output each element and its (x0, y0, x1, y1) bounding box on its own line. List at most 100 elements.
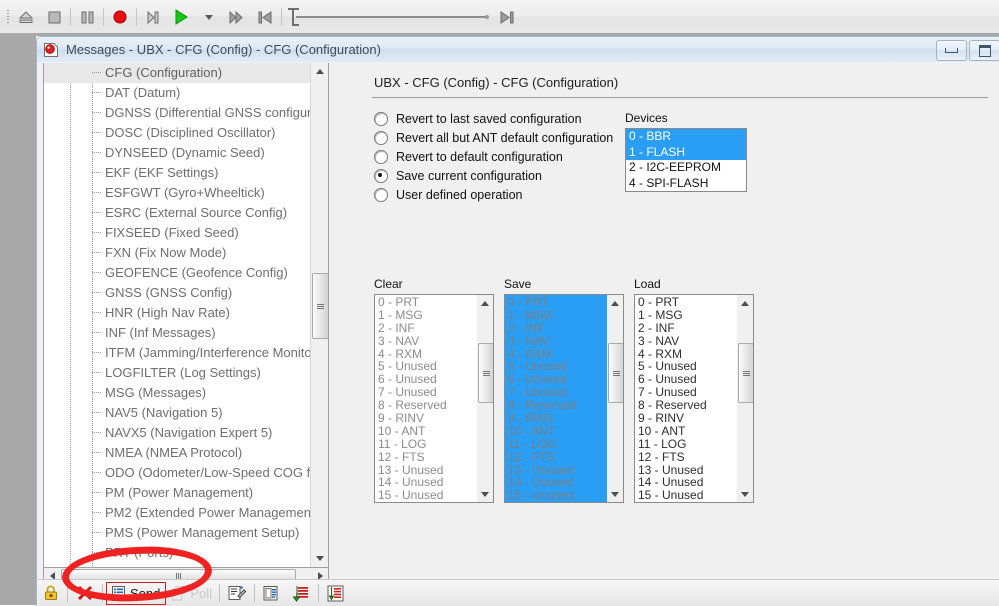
operation-radio-row[interactable]: User defined operation (374, 185, 613, 204)
tree-item[interactable]: PMS (Power Management Setup) (44, 523, 328, 543)
operation-radio-row[interactable]: Revert to default configuration (374, 147, 613, 166)
import-message-icon[interactable] (286, 582, 315, 604)
eject-icon[interactable] (12, 4, 40, 30)
copy-message-icon[interactable] (258, 582, 286, 604)
tree-item[interactable]: NMEA (NMEA Protocol) (44, 443, 328, 463)
list-item[interactable]: 9 - RINV (635, 412, 736, 425)
rewind-to-start-icon[interactable] (251, 4, 279, 30)
tree-item[interactable]: PRT (Ports) (44, 543, 328, 563)
device-item[interactable]: 2 - I2C-EEPROM (626, 160, 746, 176)
radio-button[interactable] (374, 150, 388, 164)
scroll-down-arrow[interactable] (311, 550, 328, 567)
load-scrollbar[interactable] (737, 295, 753, 502)
chevron-down-icon[interactable] (195, 4, 223, 30)
jump-to-end-icon[interactable] (493, 4, 521, 30)
device-item[interactable]: 0 - BBR (626, 129, 746, 145)
slider-thumb[interactable] (288, 8, 299, 26)
pane-splitter[interactable] (331, 63, 367, 585)
export-message-icon[interactable] (322, 582, 350, 604)
list-item[interactable]: 10 - ANT (635, 425, 736, 438)
list-item[interactable]: 15 - Unused (635, 489, 736, 502)
list-item[interactable]: 2 - INF (505, 322, 606, 335)
list-item[interactable]: 12 - FTS (375, 451, 476, 464)
tree-item[interactable]: NAVX5 (Navigation Expert 5) (44, 423, 328, 443)
tree-item[interactable]: GNSS (GNSS Config) (44, 283, 328, 303)
radio-button[interactable] (374, 188, 388, 202)
list-item[interactable]: 12 - FTS (505, 451, 606, 464)
list-item[interactable]: 1 - MSG (635, 309, 736, 322)
device-item[interactable]: 4 - SPI-FLASH (626, 176, 746, 192)
list-item[interactable]: 2 - INF (635, 322, 736, 335)
scroll-down-arrow[interactable] (607, 486, 623, 502)
list-item[interactable]: 9 - RINV (375, 412, 476, 425)
scroll-down-arrow[interactable] (477, 486, 493, 502)
tree-item[interactable]: FIXSEED (Fixed Seed) (44, 223, 328, 243)
tree-item[interactable]: INF (Inf Messages) (44, 323, 328, 343)
list-item[interactable]: 15 - Unused (375, 489, 476, 502)
operation-radio-row[interactable]: Revert to last saved configuration (374, 109, 613, 128)
list-item[interactable]: 10 - ANT (375, 425, 476, 438)
scroll-down-arrow[interactable] (737, 486, 753, 502)
toolbar-grip[interactable] (3, 6, 12, 28)
device-item[interactable]: 1 - FLASH (626, 145, 746, 161)
devices-listbox[interactable]: 0 - BBR1 - FLASH2 - I2C-EEPROM4 - SPI-FL… (625, 128, 747, 192)
tree-item[interactable]: EKF (EKF Settings) (44, 163, 328, 183)
playback-slider[interactable] (288, 4, 493, 30)
pause-icon[interactable] (73, 4, 101, 30)
save-scrollbar[interactable] (607, 295, 623, 502)
tree-item[interactable]: DOSC (Disciplined Oscillator) (44, 123, 328, 143)
list-item[interactable]: 0 - PRT (375, 296, 476, 309)
tree-item[interactable]: ESRC (External Source Config) (44, 203, 328, 223)
list-item[interactable]: 2 - INF (375, 322, 476, 335)
clear-listbox[interactable]: 0 - PRT1 - MSG2 - INF3 - NAV4 - RXM5 - U… (374, 294, 494, 503)
tree-item[interactable]: DGNSS (Differential GNSS configura (44, 103, 328, 123)
tree-item[interactable]: HNR (High Nav Rate) (44, 303, 328, 323)
scroll-thumb[interactable] (312, 273, 329, 339)
radio-button[interactable] (374, 169, 388, 183)
list-item[interactable]: 11 - LOG (375, 438, 476, 451)
tree-item[interactable]: NAV5 (Navigation 5) (44, 403, 328, 423)
save-listbox[interactable]: 0 - PRT1 - MSG2 - INF3 - NAV4 - RXM5 - U… (504, 294, 624, 503)
scroll-up-arrow[interactable] (607, 295, 623, 311)
list-item[interactable]: 9 - RINV (505, 412, 606, 425)
list-item[interactable]: 3 - NAV (505, 335, 606, 348)
operation-radio-row[interactable]: Save current configuration (374, 166, 613, 185)
tree-item[interactable]: GEOFENCE (Geofence Config) (44, 263, 328, 283)
tree-item[interactable]: PM2 (Extended Power Managemen (44, 503, 328, 523)
list-item[interactable]: 3 - NAV (635, 335, 736, 348)
list-item[interactable]: 10 - ANT (505, 425, 606, 438)
scroll-thumb[interactable] (738, 343, 754, 403)
stop-icon[interactable] (40, 4, 68, 30)
scroll-up-arrow[interactable] (311, 63, 328, 80)
list-item[interactable]: 12 - FTS (635, 451, 736, 464)
restore-button[interactable] (969, 40, 999, 61)
play-icon[interactable] (167, 4, 195, 30)
red-x-icon[interactable] (71, 582, 99, 604)
operation-radio-row[interactable]: Revert all but ANT default configuration (374, 128, 613, 147)
tree-item[interactable]: FXN (Fix Now Mode) (44, 243, 328, 263)
load-listbox[interactable]: 0 - PRT1 - MSG2 - INF3 - NAV4 - RXM5 - U… (634, 294, 754, 503)
send-button[interactable]: Send (106, 582, 166, 605)
scroll-up-arrow[interactable] (737, 295, 753, 311)
tree-item[interactable]: ITFM (Jamming/Interference Monito (44, 343, 328, 363)
tree-vertical-scrollbar[interactable] (310, 63, 328, 567)
step-icon[interactable] (139, 4, 167, 30)
tree-item[interactable]: ESFGWT (Gyro+Wheeltick) (44, 183, 328, 203)
tree-item[interactable]: MSG (Messages) (44, 383, 328, 403)
tree-item[interactable]: CFG (Configuration) (44, 63, 328, 83)
scroll-thumb[interactable] (478, 343, 494, 403)
radio-button[interactable] (374, 131, 388, 145)
message-tree[interactable]: CFG (Configuration)DAT (Datum)DGNSS (Dif… (43, 63, 329, 568)
list-item[interactable]: 0 - PRT (505, 296, 606, 309)
list-item[interactable]: 11 - LOG (505, 438, 606, 451)
tree-item[interactable]: ODO (Odometer/Low-Speed COG f (44, 463, 328, 483)
clear-scrollbar[interactable] (477, 295, 493, 502)
list-item[interactable]: 1 - MSG (375, 309, 476, 322)
list-item[interactable]: 3 - NAV (375, 335, 476, 348)
list-item[interactable]: 11 - LOG (635, 438, 736, 451)
minimize-button[interactable] (936, 40, 967, 61)
message-config-icon[interactable] (223, 582, 251, 604)
record-icon[interactable] (106, 4, 134, 30)
poll-button[interactable]: br Poll (166, 585, 216, 602)
lock-icon[interactable] (38, 582, 64, 604)
